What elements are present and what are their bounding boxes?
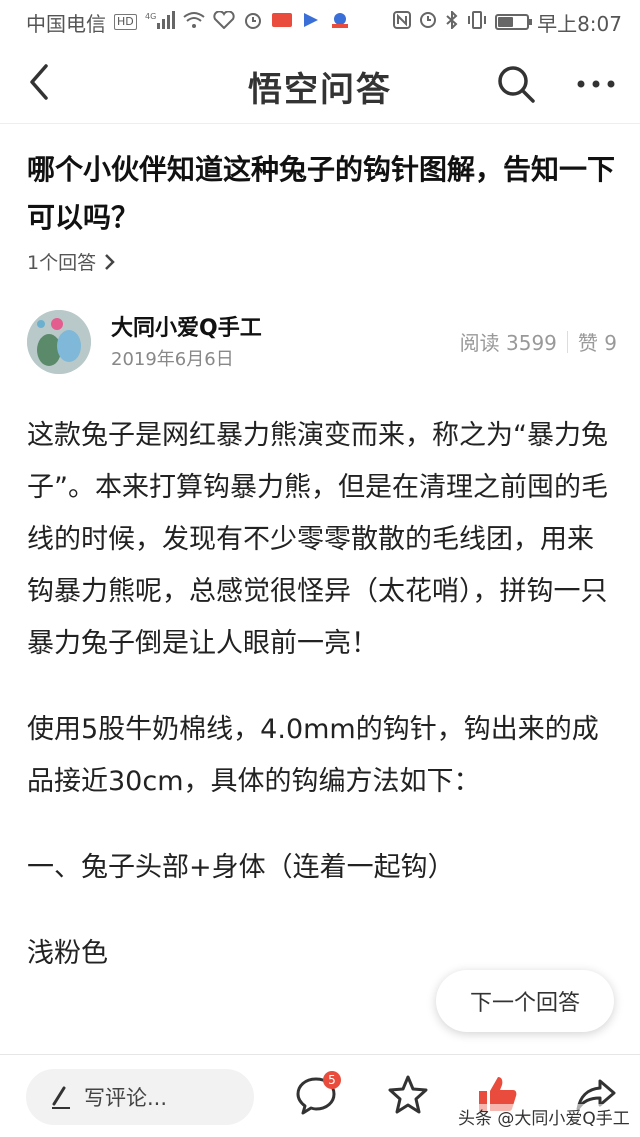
heart-icon	[213, 9, 235, 34]
content-paragraph: 一、兔子头部+身体（连着一起钩）	[27, 852, 455, 883]
battery-icon	[495, 14, 533, 30]
top-nav-bar: 悟空问答	[0, 44, 640, 124]
avatar[interactable]	[27, 310, 91, 374]
hd-badge: HD	[114, 14, 137, 30]
signal-icon: 4G	[145, 10, 175, 34]
app-icon	[329, 11, 351, 34]
watermark-text: 头条 @大同小爱Q手工	[458, 1104, 630, 1129]
author-name[interactable]: 大同小爱Q手工	[111, 310, 262, 342]
chevron-right-icon	[105, 253, 115, 270]
nfc-icon	[393, 10, 412, 34]
author-row: 大同小爱Q手工 2019年6月6日 阅读 3599 赞 9	[27, 308, 617, 376]
answer-count-label: 1个回答	[27, 252, 97, 274]
content-paragraph: 这款兔子是网红暴力熊演变而来，称之为“暴力兔子”。本来打算钩暴力熊，但是在清理之…	[27, 420, 608, 659]
status-time: 早上8:07	[537, 11, 622, 36]
bluetooth-icon	[445, 9, 459, 34]
comment-input[interactable]: 写评论...	[26, 1069, 254, 1125]
star-icon[interactable]	[386, 1073, 430, 1117]
search-icon[interactable]	[496, 64, 536, 104]
stats-divider	[566, 330, 568, 353]
alarm-icon	[243, 11, 263, 34]
more-icon[interactable]	[574, 64, 618, 104]
answer-count-link[interactable]: 1个回答	[27, 248, 116, 275]
read-count: 阅读 3599	[459, 331, 557, 355]
clock-icon	[419, 11, 437, 34]
comment-placeholder: 写评论...	[84, 1086, 168, 1110]
status-left: 中国电信 HD 4G	[26, 8, 351, 37]
post-date: 2019年6月6日	[111, 349, 234, 370]
signal-label: 4G	[145, 12, 156, 21]
app-icon	[301, 11, 321, 34]
like-count: 赞 9	[577, 331, 617, 355]
content-paragraph: 使用5股牛奶棉线，4.0mm的钩针，钩出来的成品接近30cm，具体的钩编方法如下…	[27, 714, 599, 797]
back-arrow-icon[interactable]	[22, 62, 62, 102]
app-title: 悟空问答	[248, 70, 392, 110]
answer-content: 这款兔子是网红暴力熊演变而来，称之为“暴力兔子”。本来打算钩暴力熊，但是在清理之…	[27, 410, 617, 1014]
wifi-icon	[183, 11, 205, 34]
pen-icon	[52, 1086, 70, 1109]
carrier-label: 中国电信	[26, 11, 106, 36]
vibrate-icon	[467, 10, 487, 34]
question-title[interactable]: 哪个小伙伴知道这种兔子的钩针图解，告知一下可以吗？	[27, 146, 617, 242]
status-right: 早上8:07	[393, 8, 622, 37]
next-answer-button[interactable]: 下一个回答	[436, 970, 614, 1032]
app-icon	[271, 11, 293, 34]
status-bar: 中国电信 HD 4G 早上8:07	[0, 0, 640, 44]
post-stats: 阅读 3599 赞 9	[460, 327, 617, 356]
comment-count-badge: 5	[323, 1071, 341, 1089]
